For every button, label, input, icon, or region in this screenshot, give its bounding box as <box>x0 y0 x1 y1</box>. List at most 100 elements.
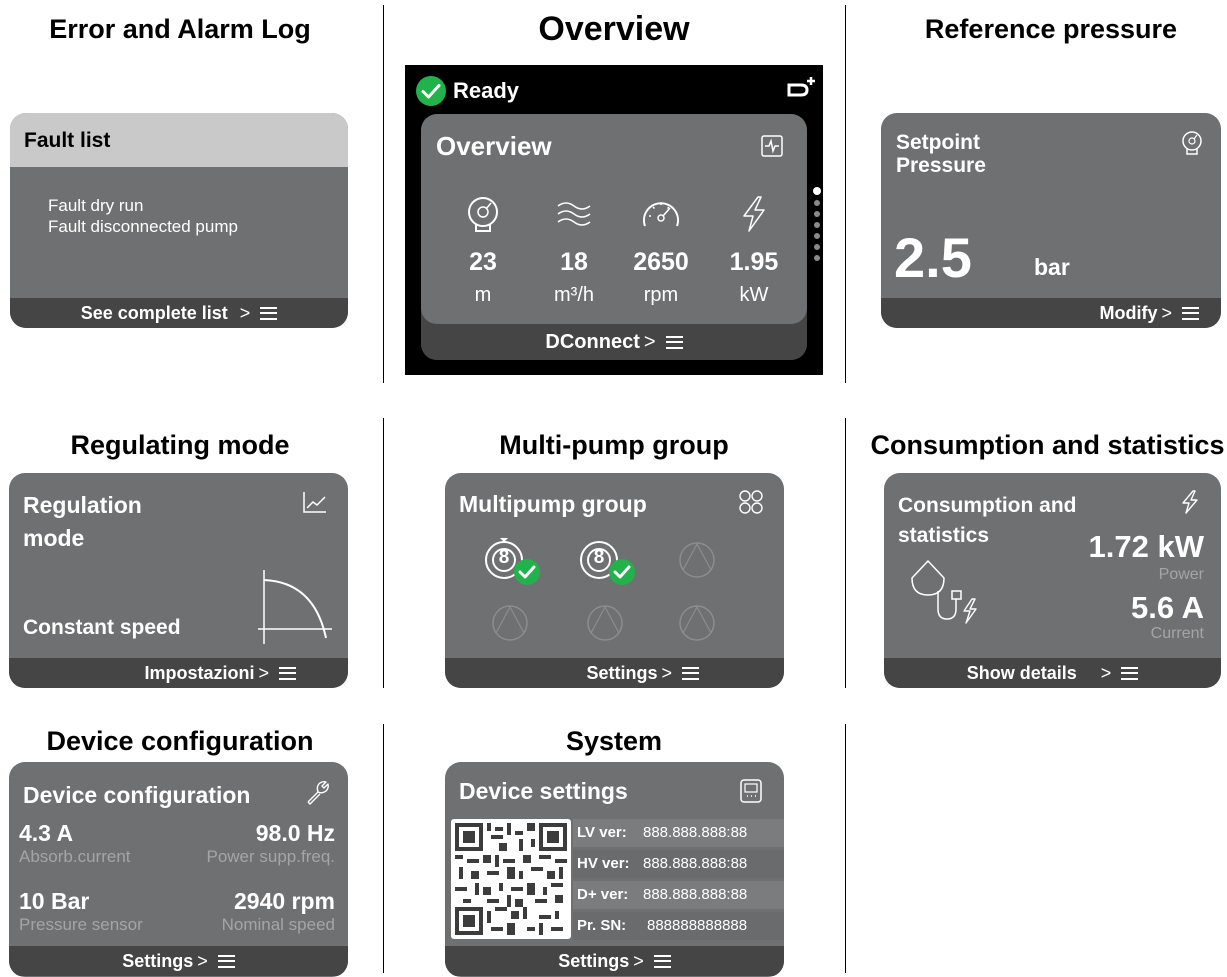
divider <box>383 5 384 383</box>
fault-item[interactable]: Fault dry run <box>48 196 143 216</box>
device-settings-card[interactable]: Device settings LV ver: 888.888.888:88 H… <box>445 762 784 977</box>
metric-value: 18 <box>560 248 588 276</box>
absorb-current-value: 4.3 A <box>19 820 74 846</box>
pump-group-icon[interactable] <box>738 489 764 515</box>
lightning-icon <box>743 196 765 232</box>
impostazioni-button[interactable]: Impostazioni > <box>9 658 348 688</box>
active-pump-icon[interactable] <box>483 538 541 588</box>
settings-button[interactable]: Settings > <box>445 946 784 976</box>
current-label: Current <box>1150 625 1204 642</box>
chevron-right-icon: > <box>643 330 656 353</box>
metric-unit: rpm <box>643 284 679 306</box>
metric-unit: m³/h <box>554 284 594 306</box>
setpoint-title-line1: Setpoint <box>896 131 980 154</box>
page-dot[interactable] <box>814 255 820 261</box>
page-dot[interactable] <box>814 200 820 206</box>
pump-power-icon <box>911 559 977 624</box>
activity-chart-icon[interactable] <box>760 134 784 158</box>
menu-icon <box>682 666 699 680</box>
regulation-title-line1: Regulation <box>23 492 142 518</box>
see-complete-list-button[interactable]: See complete list > <box>10 298 348 328</box>
footer-label: Impostazioni <box>144 662 255 683</box>
settings-button[interactable]: Settings > <box>445 658 784 688</box>
dconnect-button[interactable]: DConnect > <box>421 324 807 360</box>
divider <box>845 724 846 973</box>
divider <box>383 724 384 973</box>
menu-icon <box>279 666 296 680</box>
section-title-reference-pressure: Reference pressure <box>924 14 1178 44</box>
lv-version-label: LV ver: <box>577 824 627 841</box>
device-configuration-card[interactable]: Device configuration 4.3 A Absorb.curren… <box>9 762 348 977</box>
empty-pump-slot-icon[interactable] <box>677 540 717 580</box>
serial-number-label: Pr. SN: <box>577 917 627 934</box>
show-details-button[interactable]: Show details > <box>884 658 1221 688</box>
serial-number-value: 888888888888 <box>647 917 748 934</box>
pressure-gauge-icon <box>468 197 498 232</box>
consumption-statistics-card[interactable]: Consumption and statistics 1.72 kW Power… <box>884 473 1221 688</box>
divider <box>845 418 846 688</box>
chevron-right-icon: > <box>197 950 208 971</box>
fault-list-card[interactable]: Fault list Fault dry run Fault disconnec… <box>10 113 348 328</box>
menu-icon <box>653 954 671 968</box>
menu-icon <box>1121 666 1139 680</box>
menu-icon <box>665 335 683 349</box>
footer-label: Settings <box>558 950 630 971</box>
dplus-version-label: D+ ver: <box>577 886 629 903</box>
empty-pump-slot-icon[interactable] <box>490 603 530 643</box>
page-indicator[interactable] <box>813 187 821 261</box>
footer-label: DConnect <box>545 330 640 353</box>
dplus-version-value: 888.888.888:88 <box>643 886 748 903</box>
page-dot[interactable] <box>814 233 820 239</box>
footer-label: Settings <box>586 662 658 683</box>
page-dot-active[interactable] <box>813 187 821 195</box>
page-dot[interactable] <box>814 244 820 250</box>
metric-value: 23 <box>469 248 497 276</box>
section-title-error-log: Error and Alarm Log <box>49 14 311 44</box>
overview-screen: Ready Overview 23 18 2650 1.95 m m³/h rp… <box>405 65 823 375</box>
menu-icon <box>1182 306 1199 320</box>
line-chart-icon[interactable] <box>302 490 328 514</box>
metric-unit: kW <box>739 284 769 306</box>
multipump-group-card[interactable]: Multipump group 8 8 Settings > <box>445 473 784 688</box>
status-text: Ready <box>453 78 520 103</box>
overview-card[interactable]: Overview 23 18 2650 1.95 m m³/h rpm kW D… <box>421 114 807 360</box>
lightning-icon[interactable] <box>1179 489 1201 515</box>
check-circle-icon <box>416 76 446 106</box>
metric-value: 1.95 <box>729 248 779 276</box>
consumption-title-line2: statistics <box>898 524 990 547</box>
settings-button[interactable]: Settings > <box>9 946 348 976</box>
section-title-system: System <box>565 726 663 756</box>
power-supply-freq-value: 98.0 Hz <box>255 820 335 846</box>
qr-code-image <box>455 823 567 935</box>
active-pump-icon[interactable] <box>578 538 636 588</box>
consumption-title-line1: Consumption and <box>898 494 1077 517</box>
footer-label: See complete list <box>80 302 228 323</box>
pressure-gauge-icon[interactable] <box>1179 130 1205 156</box>
pump-number: 8 <box>498 547 510 568</box>
wrench-icon[interactable] <box>304 780 330 806</box>
setpoint-pressure-card[interactable]: Setpoint Pressure 2.5 bar Modify > <box>881 113 1221 328</box>
pump-number: 8 <box>593 547 605 568</box>
section-title-device-config: Device configuration <box>46 726 314 756</box>
section-title-consumption: Consumption and statistics <box>870 430 1225 460</box>
constant-speed-curve-icon <box>258 570 332 644</box>
fault-item[interactable]: Fault disconnected pump <box>48 217 238 237</box>
page-dot[interactable] <box>814 211 820 217</box>
lv-version-value: 888.888.888:88 <box>643 824 748 841</box>
modify-button[interactable]: Modify > <box>881 298 1221 328</box>
power-value: 1.72 kW <box>1088 529 1204 564</box>
speedometer-icon <box>643 202 679 227</box>
page-dot[interactable] <box>814 222 820 228</box>
section-title-overview: Overview <box>538 10 690 48</box>
regulation-mode-value: Constant speed <box>23 616 181 639</box>
power-label: Power <box>1158 566 1204 583</box>
pressure-sensor-value: 10 Bar <box>19 888 90 914</box>
device-screen-icon[interactable] <box>739 778 763 804</box>
regulation-mode-card[interactable]: Regulation mode Constant speed Impostazi… <box>9 473 348 688</box>
section-title-multi-pump: Multi-pump group <box>499 430 729 460</box>
absorb-current-label: Absorb.current <box>19 847 131 866</box>
empty-pump-slot-icon[interactable] <box>585 603 625 643</box>
qr-code <box>451 819 571 939</box>
empty-pump-slot-icon[interactable] <box>677 603 717 643</box>
menu-icon <box>260 306 278 320</box>
